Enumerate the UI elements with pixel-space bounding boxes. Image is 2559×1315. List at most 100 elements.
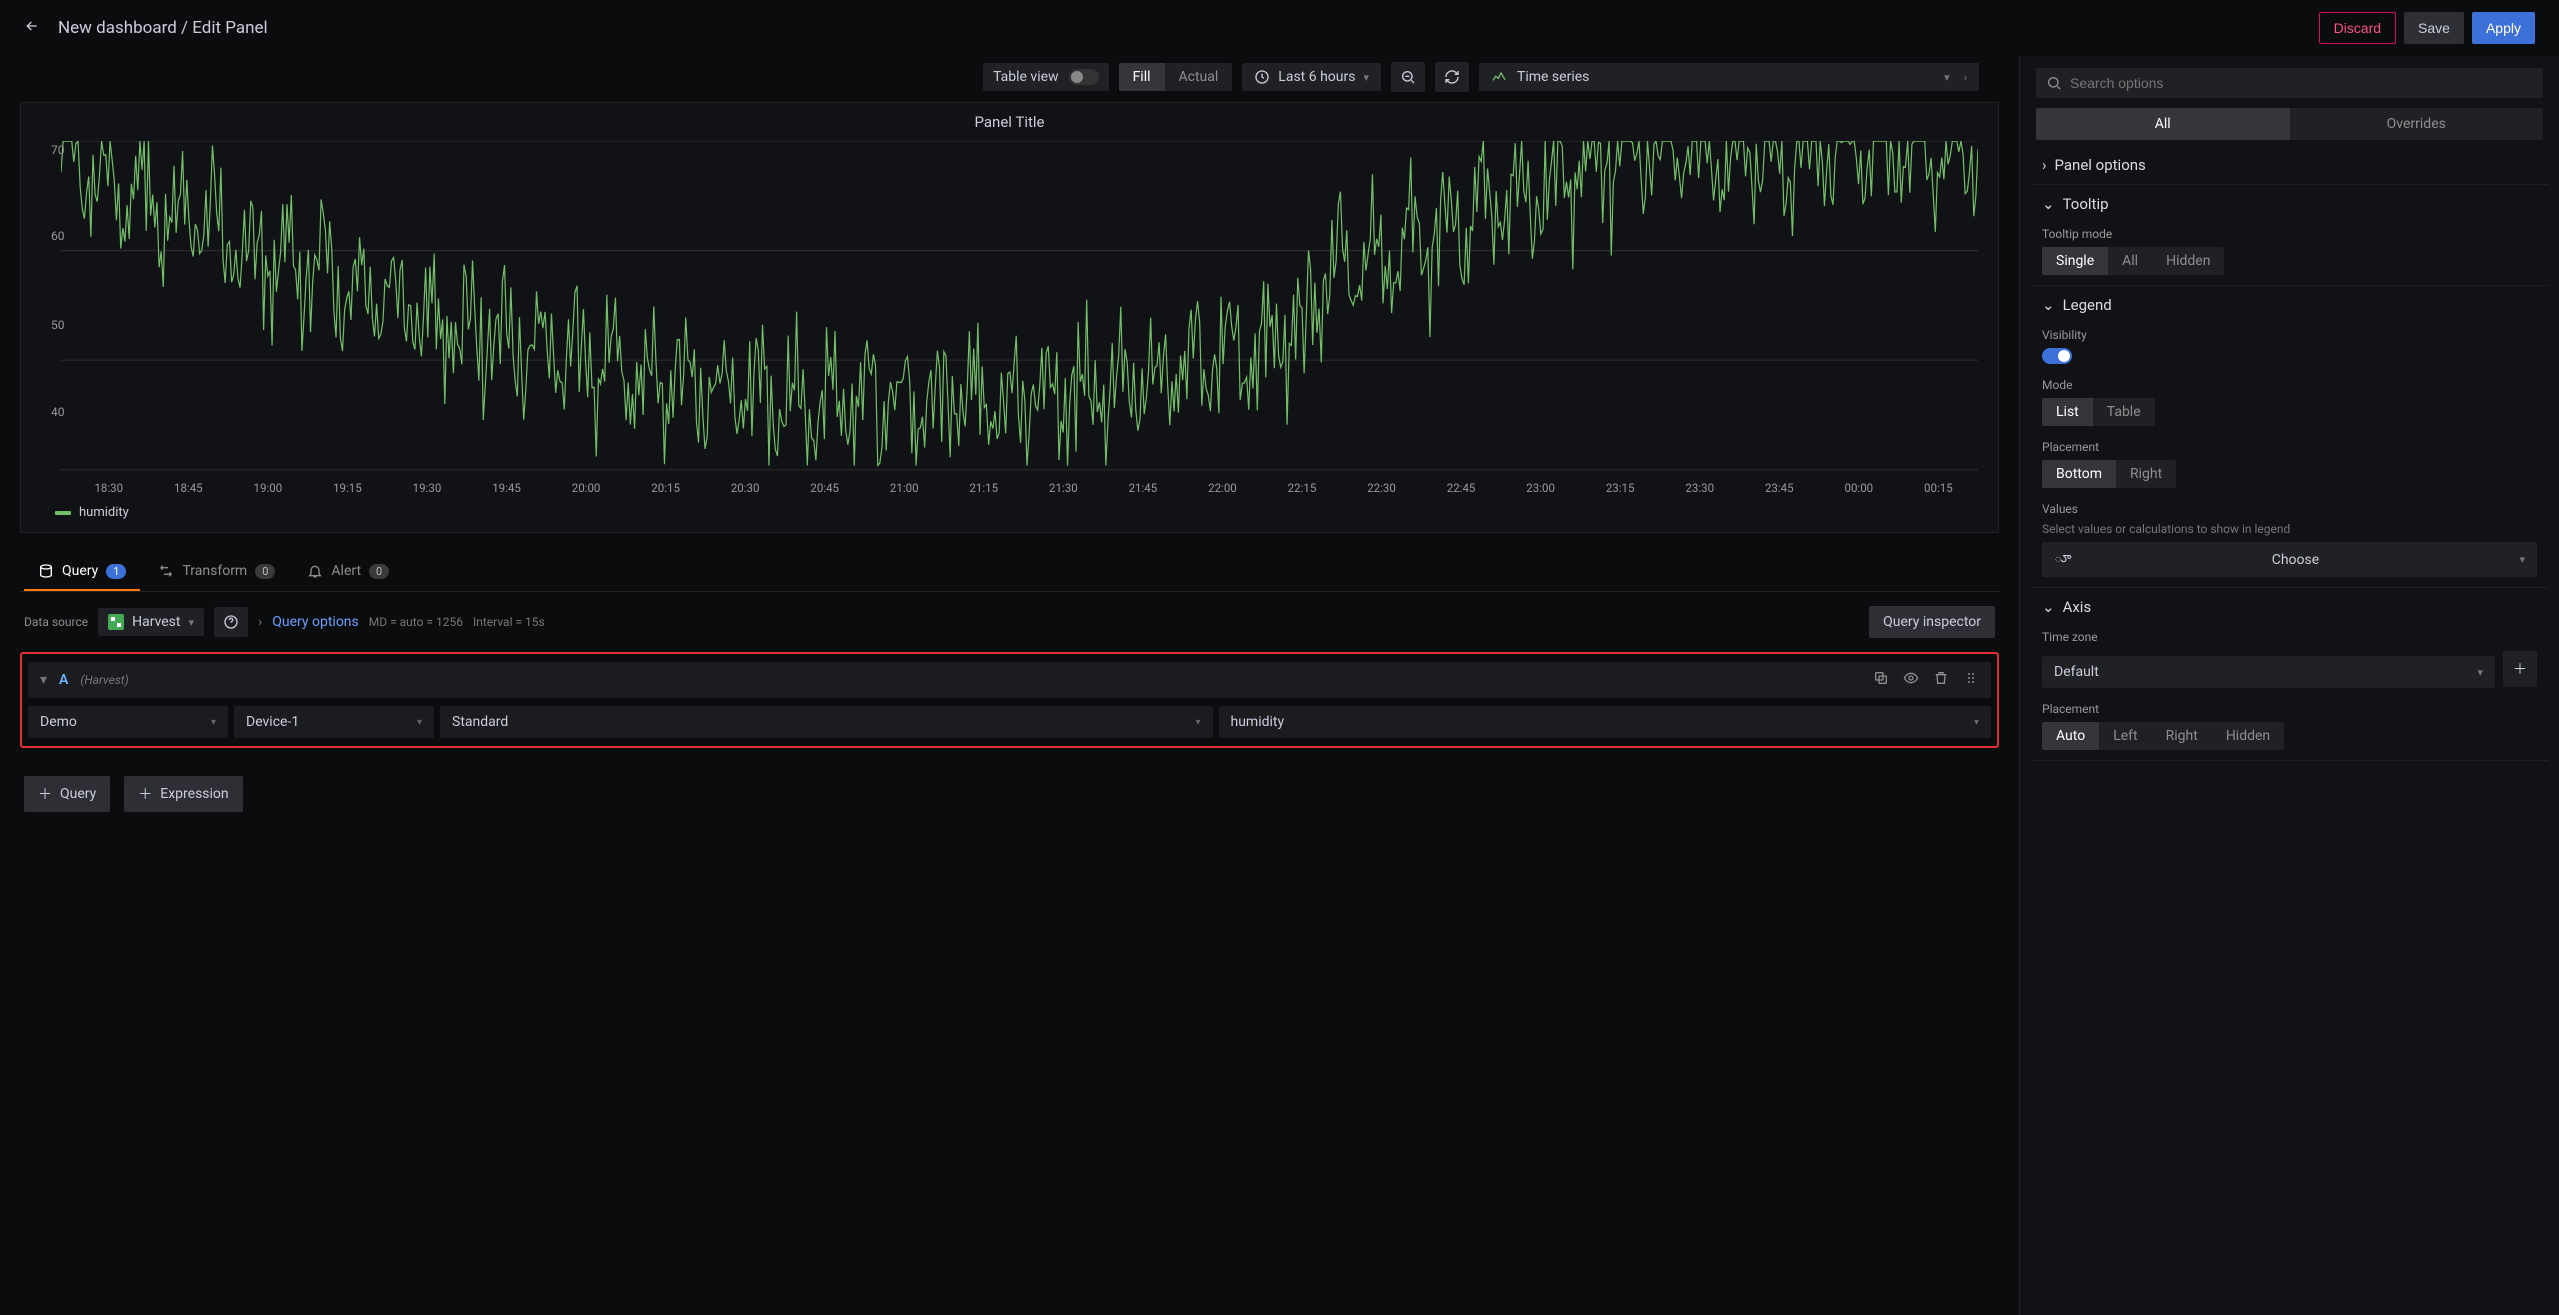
refresh-button[interactable] xyxy=(1435,62,1469,92)
chevron-down-icon[interactable]: ▾ xyxy=(40,672,47,688)
query-inspector-button[interactable]: Query inspector xyxy=(1869,606,1995,638)
chevron-down-icon: ⌄ xyxy=(2042,195,2055,213)
legend-mode-segment: List Table xyxy=(2042,398,2155,426)
tab-all[interactable]: All xyxy=(2036,108,2290,140)
ds-help-button[interactable] xyxy=(214,607,248,637)
axis-right[interactable]: Right xyxy=(2152,722,2212,750)
y-tick: 50 xyxy=(51,318,65,332)
transform-icon xyxy=(158,563,174,579)
axis-tz-select[interactable]: Default ▾ xyxy=(2042,656,2495,688)
legend-label: humidity xyxy=(79,505,129,520)
save-button[interactable]: Save xyxy=(2404,12,2464,44)
legend-bottom[interactable]: Bottom xyxy=(2042,460,2116,488)
section-tooltip: ⌄ Tooltip Tooltip mode Single All Hidden xyxy=(2030,185,2549,286)
x-tick: 23:15 xyxy=(1580,481,1660,495)
add-expression-button[interactable]: ＋ Expression xyxy=(124,776,242,812)
query-options-link[interactable]: Query options xyxy=(272,614,359,630)
table-view-toggle[interactable]: Table view xyxy=(983,63,1109,91)
x-tick: 20:45 xyxy=(785,481,865,495)
chevron-right-icon[interactable]: › xyxy=(1964,71,1967,84)
zoom-out-button[interactable] xyxy=(1391,62,1425,92)
actual-button[interactable]: Actual xyxy=(1165,63,1233,91)
chevron-right-icon[interactable]: › xyxy=(258,614,262,630)
axis-tz-add[interactable]: ＋ xyxy=(2503,651,2537,687)
x-tick: 19:45 xyxy=(467,481,547,495)
add-query-button[interactable]: ＋ Query xyxy=(24,776,110,812)
time-range-picker[interactable]: Last 6 hours ▾ xyxy=(1242,63,1381,91)
trash-icon[interactable] xyxy=(1933,670,1949,690)
copy-icon[interactable] xyxy=(1873,670,1889,690)
qopts-interval: Interval = 15s xyxy=(473,615,545,629)
add-row: ＋ Query ＋ Expression xyxy=(20,766,1999,822)
query-field-type[interactable]: Standard▾ xyxy=(440,706,1213,738)
legend-right[interactable]: Right xyxy=(2116,460,2176,488)
chevron-down-icon: ⌄ xyxy=(2042,296,2055,314)
axis-hidden[interactable]: Hidden xyxy=(2212,722,2284,750)
back-arrow-icon[interactable] xyxy=(24,18,40,38)
search-icon xyxy=(2046,75,2062,91)
table-view-switch[interactable] xyxy=(1069,69,1099,85)
x-tick: 18:45 xyxy=(149,481,229,495)
query-field-device[interactable]: Device-1▾ xyxy=(234,706,434,738)
question-icon xyxy=(223,614,239,630)
axis-left[interactable]: Left xyxy=(2099,722,2151,750)
tooltip-all[interactable]: All xyxy=(2108,247,2152,275)
search-options[interactable] xyxy=(2036,68,2543,98)
harvest-icon xyxy=(108,614,124,630)
plus-icon: ＋ xyxy=(38,784,52,804)
fill-button[interactable]: Fill xyxy=(1119,63,1165,91)
query-field-metric[interactable]: humidity▾ xyxy=(1219,706,1992,738)
tab-overrides[interactable]: Overrides xyxy=(2290,108,2544,140)
chevron-down-icon: ▾ xyxy=(2519,553,2525,566)
x-tick: 23:30 xyxy=(1660,481,1740,495)
legend-values-select[interactable]: ూ Choose ▾ xyxy=(2042,542,2537,577)
axis-tz-label: Time zone xyxy=(2042,630,2537,644)
datasource-select[interactable]: Harvest ▾ xyxy=(98,608,204,636)
section-header[interactable]: ⌄ Axis xyxy=(2042,598,2537,616)
x-tick: 18:30 xyxy=(69,481,149,495)
tab-transform[interactable]: Transform 0 xyxy=(144,553,289,591)
panel-title: Panel Title xyxy=(21,103,1998,141)
tooltip-single[interactable]: Single xyxy=(2042,247,2108,275)
axis-auto[interactable]: Auto xyxy=(2042,722,2099,750)
timeseries-icon xyxy=(1491,69,1507,85)
x-tick: 22:15 xyxy=(1262,481,1342,495)
apply-button[interactable]: Apply xyxy=(2472,12,2535,44)
x-tick: 22:30 xyxy=(1342,481,1422,495)
drag-handle-icon[interactable] xyxy=(1963,670,1979,690)
section-header[interactable]: ⌄ Legend xyxy=(2042,296,2537,314)
chevron-down-icon: ⌄ xyxy=(2042,598,2055,616)
tab-alert[interactable]: Alert 0 xyxy=(293,553,403,591)
chart-svg xyxy=(61,141,1978,471)
section-header[interactable]: › Panel options xyxy=(2042,156,2537,174)
x-tick: 21:30 xyxy=(1024,481,1104,495)
table-view-label: Table view xyxy=(993,69,1059,85)
axis-placement-label: Placement xyxy=(2042,702,2537,716)
qopts-md: MD = auto = 1256 xyxy=(369,615,463,629)
chart-area[interactable]: 70 60 50 40 xyxy=(21,141,1998,481)
chart-legend: humidity xyxy=(21,499,1998,532)
fill-actual-segment: Fill Actual xyxy=(1119,63,1233,91)
tooltip-hidden[interactable]: Hidden xyxy=(2152,247,2224,275)
x-tick: 21:15 xyxy=(944,481,1024,495)
chevron-down-icon: ▾ xyxy=(1363,71,1369,84)
tab-query[interactable]: Query 1 xyxy=(24,553,140,591)
axis-placement-segment: Auto Left Right Hidden xyxy=(2042,722,2284,750)
x-tick: 00:00 xyxy=(1819,481,1899,495)
legend-visibility-switch[interactable] xyxy=(2042,348,2072,364)
refresh-icon xyxy=(1444,69,1460,85)
legend-swatch xyxy=(55,511,71,515)
database-icon xyxy=(38,563,54,579)
legend-list[interactable]: List xyxy=(2042,398,2093,426)
visualization-picker[interactable]: Time series ▾ › xyxy=(1479,63,1979,91)
discard-button[interactable]: Discard xyxy=(2319,12,2396,44)
legend-table[interactable]: Table xyxy=(2093,398,2155,426)
search-options-input[interactable] xyxy=(2070,75,2533,91)
chevron-down-icon: ▾ xyxy=(2477,666,2483,679)
page-header: New dashboard / Edit Panel Discard Save … xyxy=(0,0,2559,56)
section-legend: ⌄ Legend Visibility Mode List Table Plac… xyxy=(2030,286,2549,588)
query-field-project[interactable]: Demo▾ xyxy=(28,706,228,738)
eye-icon[interactable] xyxy=(1903,670,1919,690)
x-tick: 19:15 xyxy=(308,481,388,495)
section-header[interactable]: ⌄ Tooltip xyxy=(2042,195,2537,213)
